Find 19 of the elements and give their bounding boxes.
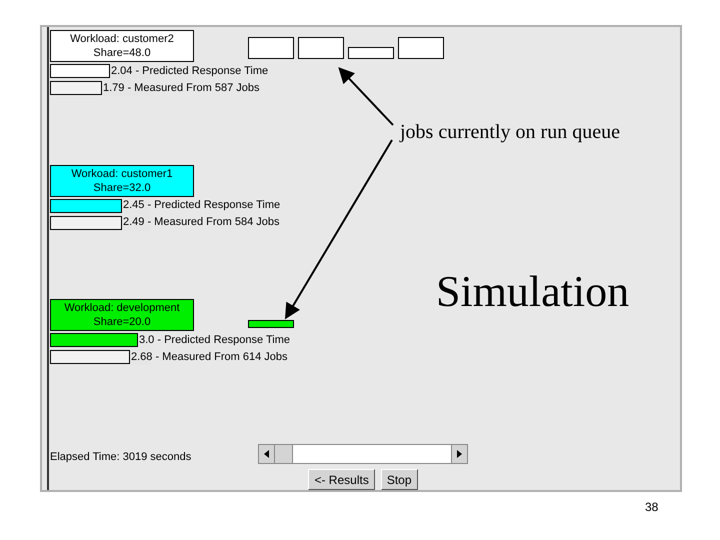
workload-label: Workload: development Share=20.0 — [50, 299, 194, 332]
response-time-text: 2.45 - Predicted Response Time — [122, 198, 280, 214]
elapsed-time-text: Elapsed Time: 3019 seconds — [50, 450, 192, 466]
response-time-text: 2.49 - Measured From 584 Jobs — [122, 215, 280, 230]
mode-title: Simulation — [436, 266, 630, 318]
response-time-text: 2.04 - Predicted Response Time — [110, 64, 268, 79]
action-button[interactable]: <- Results — [308, 469, 375, 490]
page-number: 38 — [645, 499, 658, 516]
scroll-thumb[interactable] — [275, 445, 293, 464]
scrollbar[interactable] — [258, 444, 468, 464]
response-time-text: 2.68 - Measured From 614 Jobs — [130, 350, 288, 366]
action-button[interactable]: Stop — [380, 469, 418, 490]
workload-label: Workload: customer2 Share=48.0 — [50, 30, 194, 62]
workload-label: Workoad: customer1 Share=32.0 — [50, 164, 194, 197]
response-time-text: 1.79 - Measured From 587 Jobs — [102, 80, 260, 96]
scroll-right-icon[interactable] — [451, 445, 467, 464]
annotation-text: jobs currently on run queue — [400, 120, 620, 145]
scroll-left-icon[interactable] — [259, 445, 275, 464]
response-time-text: 3.0 - Predicted Response Time — [138, 333, 290, 348]
